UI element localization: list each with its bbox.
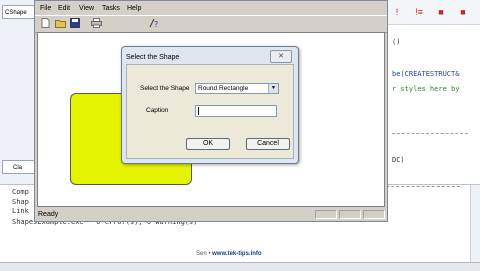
cancel-button[interactable]: Cancel (246, 138, 290, 150)
code-line: DC) (392, 156, 405, 164)
caption-label: Caption (146, 107, 169, 114)
menu-bar: File Edit View Tasks Help (35, 3, 387, 14)
ok-button[interactable]: OK (186, 138, 230, 150)
open-folder-icon[interactable] (54, 18, 66, 29)
save-icon[interactable] (69, 18, 81, 29)
menu-tasks[interactable]: Tasks (102, 3, 120, 14)
svg-text:?: ? (154, 20, 158, 28)
chevron-down-icon[interactable]: ▼ (268, 84, 278, 93)
status-pane (363, 210, 385, 219)
shape-select-value: Round Rectangle (198, 85, 249, 92)
dialog-title: Select the Shape (126, 54, 180, 61)
new-file-icon[interactable] (39, 18, 51, 29)
output-scrollbar[interactable] (470, 185, 480, 262)
stop-list-icon[interactable]: ■ (458, 7, 468, 17)
caption-input[interactable] (195, 105, 277, 117)
code-line: r styles here by (392, 85, 460, 93)
dialog-body: Select the Shape Round Rectangle ▼ Capti… (126, 64, 294, 159)
code-separator (392, 133, 468, 134)
code-line: () (392, 38, 401, 46)
stop-icon[interactable]: ■ (436, 7, 446, 17)
watermark-prefix: Sen (196, 251, 207, 257)
watermark-site: www.tek-tips.info (212, 251, 262, 257)
shape-select[interactable]: Round Rectangle ▼ (195, 83, 279, 94)
print-icon[interactable] (90, 18, 102, 29)
exclamation-icon[interactable]: ! (392, 7, 402, 17)
status-pane (339, 210, 361, 219)
menu-edit[interactable]: Edit (58, 3, 70, 14)
output-line: Shap (12, 198, 29, 206)
menu-view[interactable]: View (79, 3, 94, 14)
output-line: Link (12, 207, 29, 215)
bang-list-icon[interactable]: !≡ (414, 7, 424, 17)
menu-help[interactable]: Help (127, 3, 141, 14)
select-shape-label: Select the Shape (140, 85, 190, 92)
code-line: be(CREATESTRUCT& (392, 70, 460, 78)
help-icon[interactable]: ? (148, 18, 160, 29)
menu-file[interactable]: File (40, 3, 51, 14)
text-caret (198, 107, 199, 115)
status-text: Ready (38, 211, 59, 218)
ide-classview-tab[interactable]: Cla (2, 160, 36, 174)
status-pane (315, 210, 337, 219)
close-icon[interactable]: ✕ (270, 50, 292, 63)
ide-toolbar: ! !≡ ■ ■ (388, 0, 480, 25)
watermark: Sen • www.tek-tips.info (196, 251, 262, 257)
select-shape-dialog: Select the Shape ✕ Select the Shape Roun… (121, 46, 299, 164)
app-toolbar: ? (35, 15, 387, 33)
output-line: Comp (12, 188, 29, 196)
ide-class-tab[interactable]: CShape (2, 5, 36, 19)
status-bar: Ready (35, 208, 387, 221)
